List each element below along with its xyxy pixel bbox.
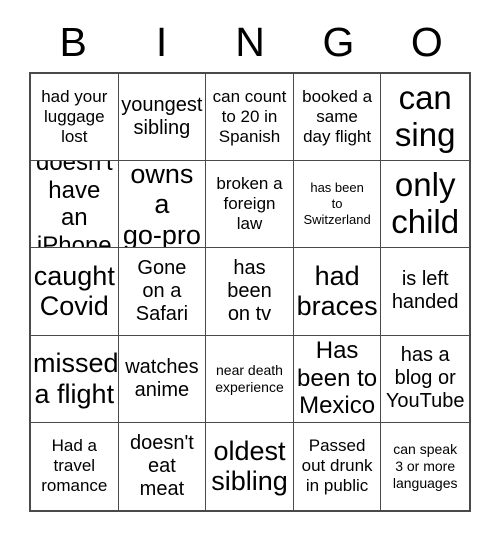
bingo-cell-label: oldest sibling	[211, 435, 288, 497]
bingo-cell[interactable]: had your luggage lost	[31, 74, 119, 162]
bingo-cell[interactable]: missed a flight	[31, 335, 119, 423]
bingo-cell-label: can count to 20 in Spanish	[212, 87, 287, 147]
bingo-cell-label: youngest sibling	[121, 93, 203, 140]
bingo-header-letter-o: O	[410, 18, 443, 65]
bingo-cell-label: missed a flight	[33, 348, 119, 409]
bingo-cell-label: Had a travel romance	[41, 436, 108, 496]
bingo-cell-label: owns a go-pro	[122, 161, 201, 249]
bingo-cell[interactable]: Had a travel romance	[31, 422, 119, 510]
bingo-cell[interactable]: can speak 3 or more languages	[381, 422, 469, 510]
bingo-cell[interactable]: Has been to Mexico	[293, 335, 382, 423]
bingo-cell-label: broken a foreign law	[216, 174, 283, 234]
bingo-cell[interactable]: only child	[381, 161, 469, 249]
bingo-cell[interactable]: has been to Switzerland	[293, 161, 382, 249]
bingo-cell-label: near death experience	[215, 361, 284, 395]
bingo-cell-label: Passed out drunk in public	[301, 436, 373, 496]
bingo-cell[interactable]: doesn't have an iPhone	[31, 161, 119, 249]
bingo-cell-label: booked a same day flight	[302, 87, 373, 147]
bingo-cell[interactable]: broken a foreign law	[206, 161, 294, 249]
bingo-cell-label: caught Covid	[33, 260, 115, 322]
bingo-cell-label: watches anime	[125, 355, 199, 401]
bingo-header: B I N G O	[29, 14, 471, 70]
bingo-cell-label: has a blog or YouTube	[385, 343, 465, 413]
bingo-cell-label: had your luggage lost	[41, 87, 108, 147]
bingo-cell[interactable]: has a blog or YouTube	[381, 335, 469, 423]
bingo-cell-label: can speak 3 or more languages	[392, 440, 458, 491]
bingo-card: B I N G O had your luggage lost youngest…	[0, 0, 500, 544]
bingo-cell-label: doesn't have an iPhone	[35, 161, 113, 249]
bingo-cell-label: can sing	[394, 79, 456, 154]
bingo-cell[interactable]: booked a same day flight	[293, 74, 382, 162]
bingo-cell-label: had braces	[296, 260, 378, 322]
bingo-cell[interactable]: near death experience	[206, 335, 294, 423]
bingo-cell[interactable]: had braces	[293, 248, 382, 336]
bingo-cell[interactable]: oldest sibling	[206, 422, 294, 510]
bingo-grid: had your luggage lost youngest sibling c…	[29, 72, 471, 512]
bingo-cell[interactable]: owns a go-pro	[118, 161, 207, 249]
bingo-cell[interactable]: has been on tv	[206, 248, 294, 336]
bingo-cell[interactable]: youngest sibling	[118, 74, 207, 162]
bingo-cell[interactable]: Passed out drunk in public	[293, 422, 382, 510]
bingo-cell[interactable]: doesn't eat meat	[118, 422, 207, 510]
bingo-cell[interactable]: Gone on a Safari	[118, 248, 207, 336]
bingo-header-letter-g: G	[322, 18, 355, 65]
bingo-cell-label: has been on tv	[227, 256, 272, 326]
bingo-cell[interactable]: can sing	[381, 74, 469, 162]
bingo-cell[interactable]: watches anime	[118, 335, 207, 423]
bingo-cell-label: doesn't eat meat	[129, 431, 194, 500]
bingo-cell-label: is left handed	[391, 268, 459, 314]
bingo-cell-label: has been to Switzerland	[303, 179, 371, 228]
bingo-cell[interactable]: can count to 20 in Spanish	[206, 74, 294, 162]
bingo-header-letter-b: B	[59, 18, 87, 65]
bingo-cell[interactable]: caught Covid	[31, 248, 119, 336]
bingo-header-letter-i: I	[155, 18, 168, 65]
bingo-cell[interactable]: is left handed	[381, 248, 469, 336]
bingo-cell-label: only child	[391, 166, 460, 241]
bingo-cell-label: Gone on a Safari	[135, 256, 189, 326]
bingo-cell-label: Has been to Mexico	[297, 337, 378, 420]
bingo-header-letter-n: N	[235, 18, 265, 65]
